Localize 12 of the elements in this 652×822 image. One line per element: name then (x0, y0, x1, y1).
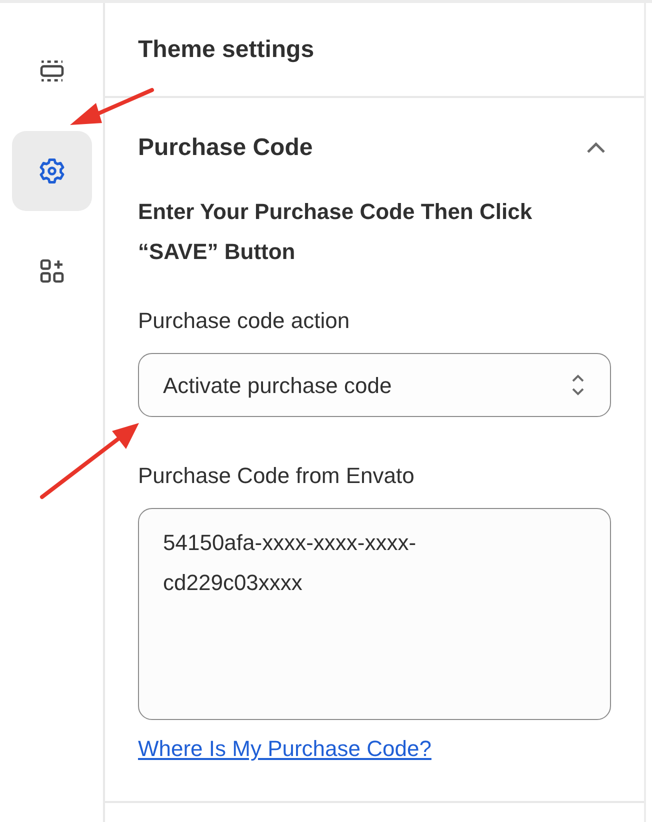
code-textarea[interactable]: 54150afa-xxxx-xxxx-xxxx-cd229c03xxxx (138, 508, 611, 720)
sort-icon (570, 373, 586, 397)
select-field[interactable]: Activate purchase code (138, 353, 611, 417)
panel-title: Theme settings (138, 34, 314, 64)
help-link[interactable]: Where Is My Purchase Code? (138, 732, 432, 765)
section-title: Purchase Code (138, 133, 313, 163)
sidebar-tab[interactable] (12, 131, 92, 211)
field-label: Purchase code action (138, 307, 351, 335)
field-label: Purchase Code from Envato (138, 462, 416, 490)
chevron-icon[interactable] (585, 141, 607, 155)
instruction-text: Enter Your Purchase Code Then Click “SAVE” Button (138, 198, 534, 266)
apps-icon (38, 257, 66, 285)
